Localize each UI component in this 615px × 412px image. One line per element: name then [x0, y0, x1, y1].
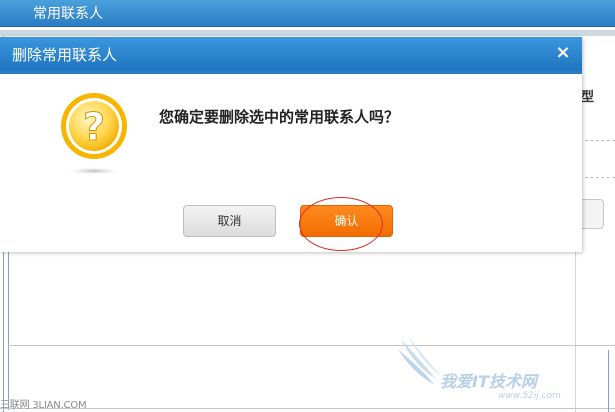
- page-divider-lower: [8, 345, 615, 346]
- cancel-button[interactable]: 取消: [183, 205, 276, 237]
- watermark-brand: 我爱IT技术网: [440, 372, 537, 391]
- page-title: 常用联系人: [33, 6, 103, 22]
- right-border-line: [608, 350, 609, 412]
- dialog-title-underline: [0, 71, 582, 74]
- page-header: 常用联系人: [0, 0, 615, 27]
- left-border-line-inner: [8, 250, 9, 410]
- svg-text:?: ?: [83, 105, 105, 149]
- row-divider: [585, 177, 615, 178]
- column-header-fragment: 型: [581, 90, 595, 105]
- confirm-button[interactable]: 确认: [300, 205, 393, 237]
- row-divider: [585, 140, 615, 141]
- delete-contact-dialog: 删除常用联系人 × ? 您确定要删除选中的常用联系人吗？ 取消 确认: [0, 37, 582, 252]
- watermark-url: www.52ij.com: [498, 391, 561, 401]
- dialog-title: 删除常用联系人: [12, 46, 118, 64]
- watermark-source: 三联网 3LIAN.COM: [0, 400, 87, 411]
- question-mark-icon: ?: [61, 93, 127, 175]
- dialog-message: 您确定要删除选中的常用联系人吗？: [159, 108, 400, 126]
- page-bottom-border: [0, 408, 615, 409]
- dialog-titlebar: 删除常用联系人 ×: [0, 37, 582, 71]
- page-divider: [0, 30, 615, 36]
- close-icon[interactable]: ×: [553, 40, 573, 66]
